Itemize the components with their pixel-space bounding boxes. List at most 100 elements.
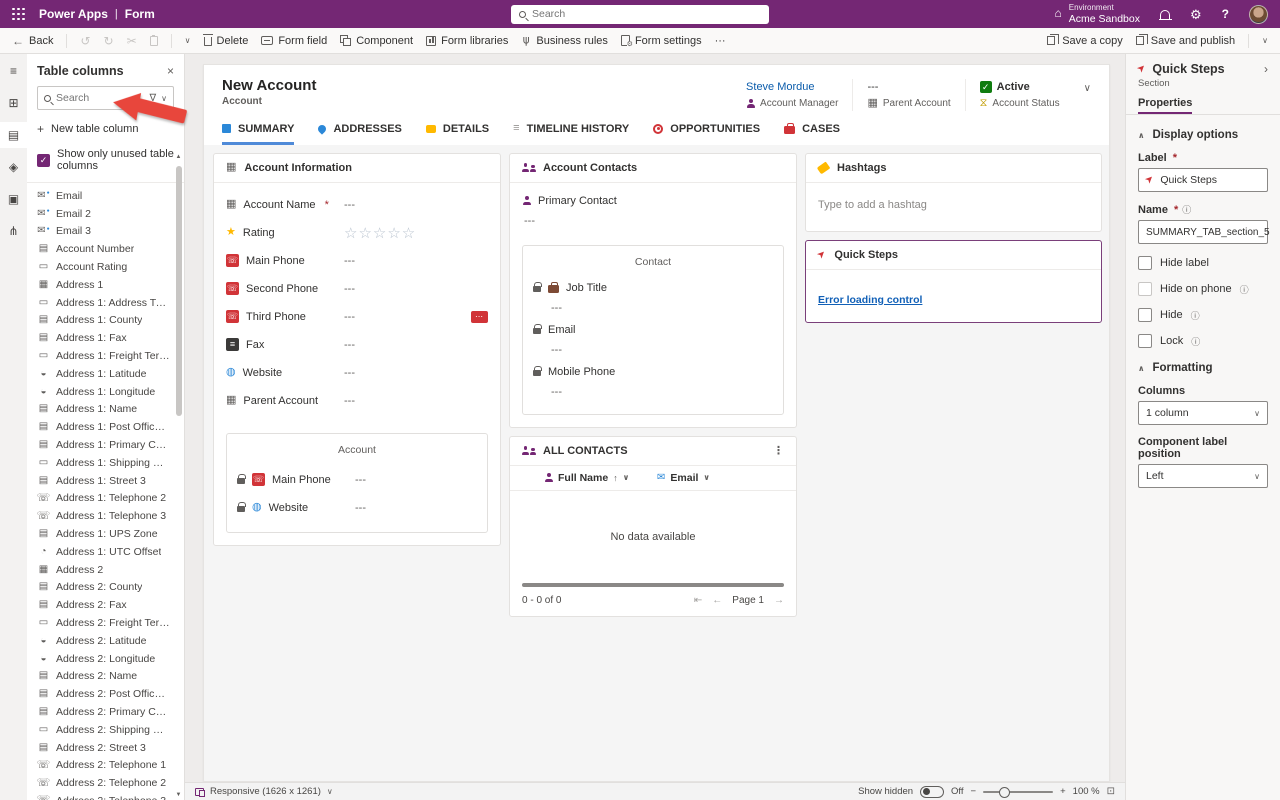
locked-field-main-phone[interactable]: ☏Main Phone --- <box>237 466 477 494</box>
rail-components-item[interactable]: ⊞ <box>0 90 27 116</box>
table-column-item[interactable]: Address 2: Post Office Box <box>37 685 170 703</box>
back-button[interactable]: ←Back <box>12 35 53 47</box>
table-column-item[interactable]: Address 1: Longitude <box>37 383 170 401</box>
responsive-label[interactable]: Responsive (1626 x 1261) <box>210 786 321 797</box>
label-position-dropdown[interactable]: Left ∨ <box>1138 464 1268 488</box>
table-column-item[interactable]: Address 2: Shipping Method <box>37 721 170 739</box>
field-rating[interactable]: ★Rating ☆☆☆☆☆ <box>226 219 488 247</box>
delete-button[interactable]: Delete <box>204 35 249 47</box>
rating-stars[interactable]: ☆☆☆☆☆ <box>344 224 416 242</box>
table-column-item[interactable]: Address 1: Latitude <box>37 365 170 383</box>
formatting-header[interactable]: ∧ Formatting <box>1138 362 1268 374</box>
display-options-header[interactable]: ∧ Display options <box>1138 129 1268 141</box>
fit-to-screen-icon[interactable]: ⊡ <box>1107 786 1115 797</box>
form-field-button[interactable]: Form field <box>261 35 327 47</box>
next-page-icon[interactable]: → <box>774 595 784 606</box>
hide-checkbox[interactable]: Hide ⓘ <box>1138 308 1268 322</box>
name-input[interactable]: SUMMARY_TAB_section_5 <box>1138 220 1268 244</box>
show-hidden-toggle[interactable] <box>920 786 944 798</box>
header-field-status[interactable]: ✓Active ⧖Account Status <box>965 79 1074 111</box>
table-column-item[interactable]: Account Number <box>37 240 170 258</box>
table-column-item[interactable]: Account Rating <box>37 258 170 276</box>
save-a-copy-button[interactable]: Save a copy <box>1047 35 1123 47</box>
contact-quick-view-card[interactable]: Contact Job Title --- Email --- Mobile P… <box>522 245 784 415</box>
hashtag-placeholder[interactable]: Type to add a hashtag <box>806 183 1101 231</box>
table-column-item[interactable]: Address 2: Telephone 3 <box>37 792 170 800</box>
sidebar-scrollbar[interactable]: ▲ ▼ <box>174 154 183 798</box>
component-button[interactable]: Component <box>340 35 413 47</box>
cut-button[interactable]: ✂ <box>127 35 137 47</box>
header-field-parent-account[interactable]: --- ▦Parent Account <box>852 79 964 111</box>
table-column-item[interactable]: Address 2 <box>37 561 170 579</box>
table-column-item[interactable]: Address 1: UTC Offset <box>37 543 170 561</box>
table-column-item[interactable]: Address 2: Telephone 1 <box>37 757 170 775</box>
table-column-item[interactable]: Email <box>37 187 170 205</box>
field-main-phone[interactable]: ☏Main Phone --- <box>226 247 488 275</box>
table-column-item[interactable]: Address 2: Fax <box>37 596 170 614</box>
table-column-item[interactable]: Address 2: Name <box>37 668 170 686</box>
account-quick-view-card[interactable]: Account ☏Main Phone --- ◍Website --- <box>226 433 488 533</box>
waffle-icon[interactable] <box>12 8 25 21</box>
save-and-publish-button[interactable]: Save and publish <box>1136 35 1235 47</box>
quick-steps-section-selected[interactable]: ➤Quick Steps Error loading control <box>805 240 1102 323</box>
first-page-icon[interactable]: ⇤ <box>694 595 702 606</box>
columns-search-box[interactable]: ∇ ∨ <box>37 86 174 110</box>
zoom-out-icon[interactable]: − <box>971 786 977 797</box>
error-loading-control-link[interactable]: Error loading control <box>818 294 922 306</box>
clipboard-menu-chevron[interactable]: ∨ <box>185 36 191 45</box>
account-information-section[interactable]: ▦Account Information ▦Account Name* --- … <box>213 153 501 546</box>
rail-tree-view-item[interactable]: ⋔ <box>0 218 27 244</box>
table-column-item[interactable]: Address 1: Primary Contact Name <box>37 436 170 454</box>
zoom-in-icon[interactable]: + <box>1060 786 1066 797</box>
field-fax[interactable]: ≡Fax --- <box>226 331 488 359</box>
table-column-item[interactable]: Address 2: Street 3 <box>37 739 170 757</box>
table-column-item[interactable]: Address 1: Telephone 2 <box>37 490 170 508</box>
field-primary-contact[interactable]: Primary Contact --- <box>522 191 784 233</box>
field-parent-account[interactable]: ▦Parent Account --- <box>226 387 488 415</box>
scroll-up-icon[interactable]: ▲ <box>174 154 183 160</box>
table-column-item[interactable]: Email 2 <box>37 205 170 223</box>
grid-column-full-name[interactable]: Full Name↑∨ <box>522 472 657 484</box>
notifications-icon[interactable] <box>1160 10 1170 19</box>
lock-checkbox[interactable]: Lock ⓘ <box>1138 334 1268 348</box>
chevron-right-icon[interactable]: › <box>1264 62 1268 76</box>
settings-gear-icon[interactable]: ⚙ <box>1190 8 1202 21</box>
all-contacts-section[interactable]: ALL CONTACTS⋮ Full Name↑∨ ✉Email∨ No dat… <box>509 436 797 617</box>
tab-details[interactable]: DETAILS <box>426 123 489 145</box>
chevron-down-icon[interactable]: ∨ <box>161 94 167 103</box>
rail-table-columns-item[interactable]: ▤ <box>0 122 27 148</box>
help-icon[interactable]: ? <box>1222 7 1229 21</box>
tab-properties[interactable]: Properties <box>1138 97 1192 114</box>
table-column-item[interactable]: Address 1 <box>37 276 170 294</box>
more-options-icon[interactable]: ⋮ <box>773 444 784 457</box>
rail-solutions-item[interactable]: ◈ <box>0 154 27 180</box>
table-column-item[interactable]: Address 1: Fax <box>37 329 170 347</box>
table-column-item[interactable]: Address 1: Address Type <box>37 294 170 312</box>
field-second-phone[interactable]: ☏Second Phone --- <box>226 275 488 303</box>
environment-picker[interactable]: ⌂ Environment Acme Sandbox <box>1055 3 1140 24</box>
zoom-slider[interactable] <box>983 791 1053 793</box>
field-third-phone[interactable]: ☏Third Phone --- ⋯ <box>226 303 488 331</box>
filter-funnel-icon[interactable]: ∇ <box>149 93 156 104</box>
label-input[interactable]: ➤ Quick Steps <box>1138 168 1268 192</box>
table-column-item[interactable]: Address 1: Shipping Method <box>37 454 170 472</box>
table-column-item[interactable]: Address 2: County <box>37 579 170 597</box>
chevron-down-icon[interactable]: ∨ <box>327 787 333 796</box>
user-avatar[interactable] <box>1249 5 1268 24</box>
table-column-item[interactable]: Address 1: Freight Terms <box>37 347 170 365</box>
close-icon[interactable]: × <box>167 64 174 78</box>
form-settings-button[interactable]: Form settings <box>621 35 702 47</box>
locked-field-mobile-phone[interactable]: Mobile Phone --- <box>533 362 773 404</box>
form-libraries-button[interactable]: Form libraries <box>426 35 508 47</box>
hide-on-phone-checkbox[interactable]: Hide on phone ⓘ <box>1138 282 1268 296</box>
table-column-item[interactable]: Address 1: Street 3 <box>37 472 170 490</box>
overflow-button[interactable]: ··· <box>715 35 726 47</box>
rail-menu-item[interactable]: ≡ <box>0 58 27 84</box>
table-column-item[interactable]: Address 1: Telephone 3 <box>37 507 170 525</box>
table-column-item[interactable]: Address 2: Latitude <box>37 632 170 650</box>
field-website[interactable]: ◍Website --- <box>226 359 488 387</box>
table-column-item[interactable]: Address 2: Telephone 2 <box>37 774 170 792</box>
new-table-column-button[interactable]: + New table column <box>37 122 174 136</box>
global-search[interactable] <box>511 5 769 24</box>
scrollbar-thumb[interactable] <box>176 166 182 416</box>
